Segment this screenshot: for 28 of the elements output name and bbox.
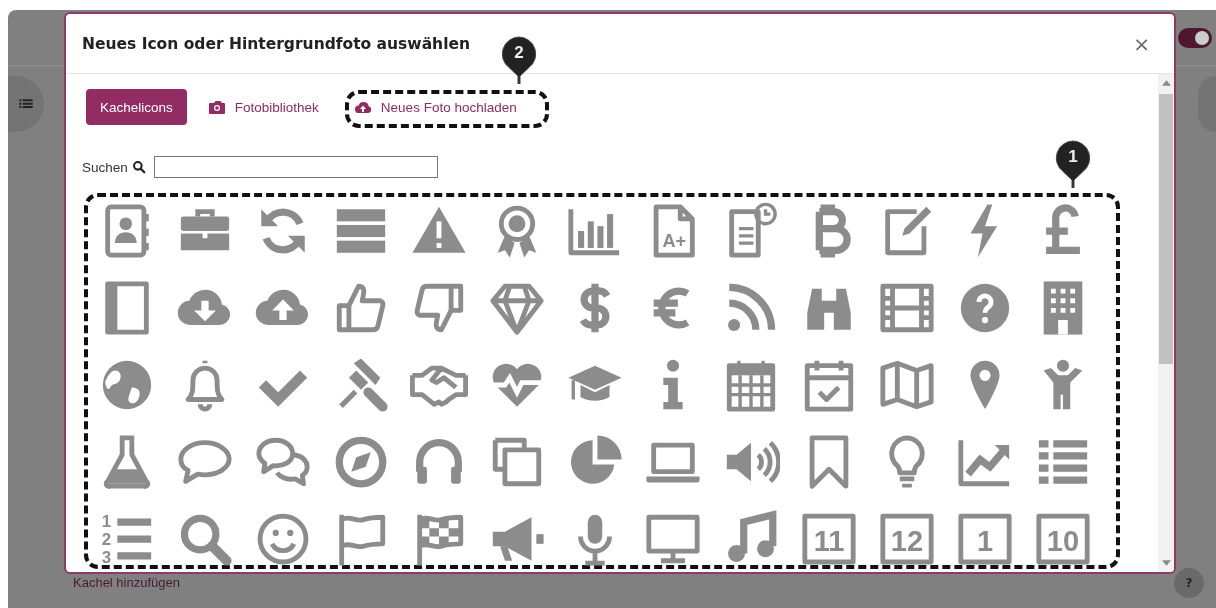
dialog-title: Neues Icon oder Hintergrundfoto auswählen — [82, 34, 470, 53]
search-icon — [131, 160, 146, 174]
scrollbar[interactable] — [1158, 74, 1174, 572]
day-number: 1 — [976, 524, 994, 557]
day-number: 10 — [1046, 524, 1080, 557]
list-number: 1 — [101, 511, 112, 531]
tab[interactable]: Kachelicons — [86, 89, 187, 125]
scroll-up-icon[interactable] — [1161, 80, 1171, 86]
tab[interactable]: Fotobibliothek — [194, 89, 333, 125]
help-button[interactable]: ? — [1174, 568, 1204, 598]
document-grade: A+ — [662, 230, 687, 251]
add-tile-link[interactable]: Kachel hinzufügen — [73, 575, 180, 598]
close-button[interactable]: × — [1129, 31, 1154, 56]
scroll-down-icon[interactable] — [1161, 560, 1171, 566]
tab[interactable]: Neues Foto hochladen — [340, 89, 531, 125]
search-label: Suchen — [82, 159, 128, 175]
list-button[interactable] — [8, 76, 44, 132]
toggle-switch[interactable] — [1178, 27, 1212, 48]
camera-icon — [208, 99, 225, 115]
day-number: 11 — [813, 524, 845, 557]
callout-marker: 1 — [1054, 140, 1092, 188]
cloud-upload-icon — [354, 99, 371, 115]
callout-marker: 2 — [500, 36, 538, 84]
list-number: 2 — [101, 529, 112, 549]
scroll-thumb[interactable] — [1159, 94, 1173, 364]
list-number: 3 — [101, 547, 112, 567]
day-number: 12 — [890, 524, 924, 557]
search-field[interactable] — [153, 156, 438, 178]
